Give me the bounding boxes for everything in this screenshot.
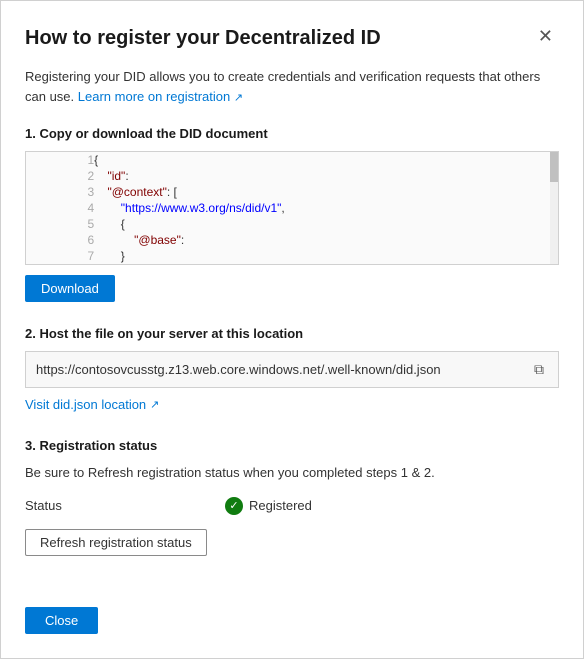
close-dialog-button[interactable]: Close [25,607,98,634]
line-code: "@context": [ [94,184,558,200]
table-row: 4 "https://www.w3.org/ns/did/v1", [26,200,558,216]
learn-more-link[interactable]: Learn more on registration [78,89,230,104]
registered-icon: ✓ [225,497,243,515]
status-label: Status [25,498,85,513]
table-row: 3 "@context": [ [26,184,558,200]
copy-button[interactable]: ⧉ [530,359,548,380]
status-badge: ✓ Registered [225,497,312,515]
line-code: "@base": [94,232,558,248]
visit-link[interactable]: Visit did.json location ↗ [25,397,159,412]
checkmark-icon: ✓ [229,499,238,512]
scrollbar-thumb[interactable] [550,152,558,182]
modal-header: How to register your Decentralized ID ✕ [25,25,559,51]
status-value: Registered [249,498,312,513]
section-registration-status: 3. Registration status Be sure to Refres… [25,438,559,556]
section1-title: 1. Copy or download the DID document [25,126,559,141]
code-table: 1 { 2 "id": 3 "@context": [ 4 "htt [26,152,558,264]
line-num: 2 [26,168,94,184]
section3-title: 3. Registration status [25,438,559,453]
modal-title: How to register your Decentralized ID [25,25,381,51]
visit-link-text: Visit did.json location [25,397,146,412]
line-num: 1 [26,152,94,168]
section-host-file: 2. Host the file on your server at this … [25,326,559,414]
line-num: 4 [26,200,94,216]
table-row: 2 "id": [26,168,558,184]
table-row: 7 } [26,248,558,264]
status-description: Be sure to Refresh registration status w… [25,463,559,483]
copy-icon: ⧉ [534,361,544,377]
line-code: { [94,152,558,168]
line-num: 6 [26,232,94,248]
close-icon-button[interactable]: ✕ [532,25,559,47]
section2-title: 2. Host the file on your server at this … [25,326,559,341]
table-row: 1 { [26,152,558,168]
table-row: 6 "@base": [26,232,558,248]
section-copy-download: 1. Copy or download the DID document 1 {… [25,126,559,302]
code-block: 1 { 2 "id": 3 "@context": [ 4 "htt [25,151,559,265]
scrollbar[interactable] [550,152,558,264]
line-code: "https://www.w3.org/ns/did/v1", [94,200,558,216]
table-row: 5 { [26,216,558,232]
download-button[interactable]: Download [25,275,115,302]
refresh-registration-button[interactable]: Refresh registration status [25,529,207,556]
line-code: } [94,248,558,264]
status-row: Status ✓ Registered [25,497,559,515]
host-url-text: https://contosovcusstg.z13.web.core.wind… [36,362,530,377]
url-container: https://contosovcusstg.z13.web.core.wind… [25,351,559,388]
modal: How to register your Decentralized ID ✕ … [0,0,584,659]
line-code: { [94,216,558,232]
external-link-icon: ↗ [234,92,243,104]
line-num: 7 [26,248,94,264]
external-link-icon: ↗ [150,398,159,411]
line-num: 5 [26,216,94,232]
modal-footer: Close [25,591,559,634]
description-text: Registering your DID allows you to creat… [25,67,559,106]
line-code: "id": [94,168,558,184]
line-num: 3 [26,184,94,200]
